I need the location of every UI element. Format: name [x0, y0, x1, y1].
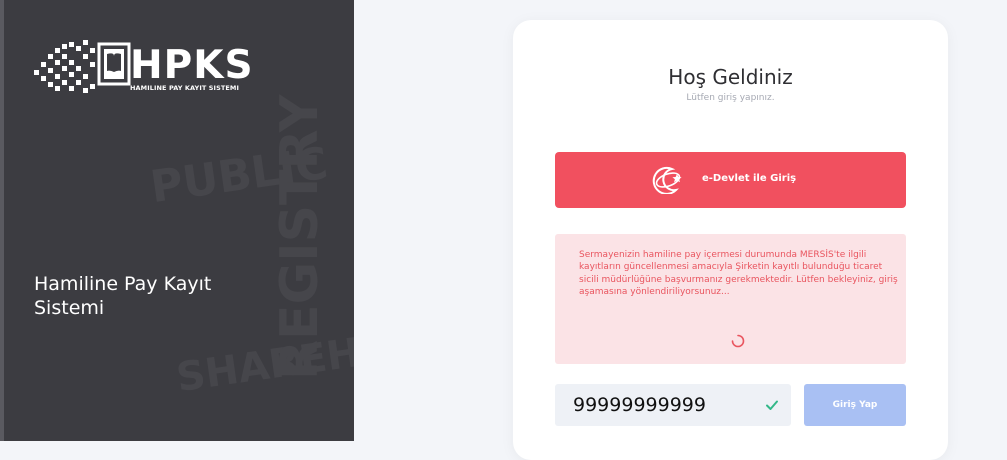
redirect-notice: Sermayenizin hamiline pay içermesi durum… [555, 234, 906, 364]
panel-edge [0, 0, 4, 441]
left-brand-panel: PUBLIC SHAREHOLDERS REGISTRY HPKS HAMILI… [0, 0, 354, 441]
logo-title: HPKS [130, 43, 254, 88]
login-subtitle: Lütfen giriş yapınız. [686, 93, 775, 103]
edevlet-login-button[interactable]: e-Devlet ile Giriş [555, 152, 906, 208]
tc-identity-input[interactable] [555, 384, 791, 426]
welcome-heading: Hoş Geldiniz [668, 65, 793, 89]
login-card: Hoş Geldiniz Lütfen giriş yapınız. e-Dev… [513, 20, 948, 460]
loading-spinner-icon [731, 334, 745, 348]
watermark-text: REGISTRY [270, 94, 330, 380]
app-tagline: Hamiline Pay Kayıt Sistemi [34, 273, 212, 319]
logo-subtitle: HAMILINE PAY KAYIT SISTEMI [130, 84, 240, 92]
login-button[interactable]: Giriş Yap [804, 384, 906, 426]
notice-text: Sermayenizin hamiline pay içermesi durum… [579, 250, 898, 297]
check-icon [766, 400, 778, 410]
edevlet-login-label: e-Devlet ile Giriş [702, 173, 797, 184]
edevlet-crescent-star-icon [652, 166, 682, 194]
